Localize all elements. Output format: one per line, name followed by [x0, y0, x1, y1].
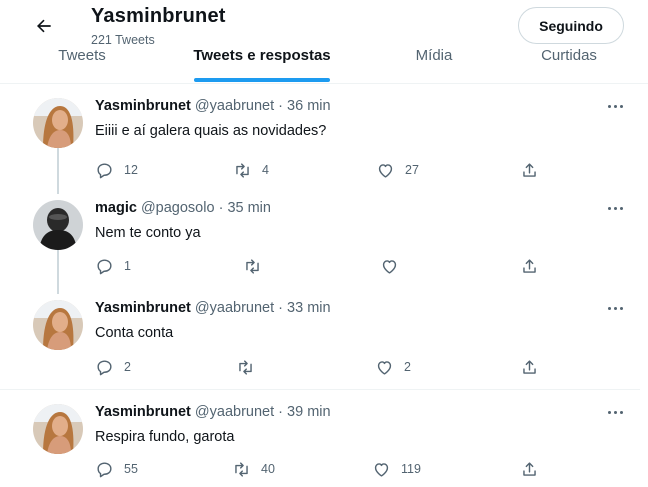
tweet-author-handle[interactable]: @pagosolo	[141, 200, 215, 216]
tweet-author-line: Yasminbrunet @yaabrunet · 39 min	[95, 404, 331, 420]
tab-tweets[interactable]: Tweets	[30, 40, 134, 84]
tweet-text: Respira fundo, garota	[95, 429, 235, 445]
reply-button[interactable]: 1	[95, 256, 131, 276]
tweet-divider	[0, 389, 640, 390]
reply-button[interactable]: 2	[95, 357, 131, 377]
reply-count: 2	[124, 360, 131, 374]
tab-tweets-and-replies[interactable]: Tweets e respostas	[183, 40, 341, 84]
retweet-count: 4	[262, 163, 269, 177]
tweet-author-handle[interactable]: @yaabrunet	[195, 98, 274, 114]
retweet-icon	[235, 461, 248, 477]
reply-button[interactable]: 55	[95, 459, 138, 479]
retweet-button[interactable]	[243, 256, 272, 276]
retweet-icon	[236, 162, 249, 178]
tweet-author-line: Yasminbrunet @yaabrunet · 33 min	[95, 300, 331, 316]
share-button[interactable]	[520, 459, 539, 479]
like-button[interactable]: 119	[372, 459, 421, 479]
tweet-author-name[interactable]: Yasminbrunet	[95, 300, 191, 316]
tweet-author-handle[interactable]: @yaabrunet	[195, 404, 274, 420]
tab-media[interactable]: Mídia	[386, 40, 482, 84]
active-tab-indicator	[194, 78, 330, 82]
like-button[interactable]: 2	[375, 357, 411, 377]
avatar[interactable]	[33, 200, 83, 250]
reply-count: 55	[124, 462, 138, 476]
share-icon	[523, 461, 536, 476]
tweet[interactable]: magic @pagosolo · 35 min Nem te conto ya…	[0, 200, 640, 290]
retweet-count: 40	[261, 462, 275, 476]
heart-icon	[378, 163, 393, 178]
more-options-icon[interactable]	[604, 406, 626, 418]
avatar[interactable]	[33, 300, 83, 350]
tweet-text: Nem te conto ya	[95, 225, 201, 241]
tweet-time[interactable]: 35 min	[227, 200, 271, 216]
heart-icon	[377, 360, 392, 375]
share-button[interactable]	[520, 160, 539, 180]
tweet-author-handle[interactable]: @yaabrunet	[195, 300, 274, 316]
reply-icon	[97, 359, 112, 375]
profile-title: Yasminbrunet	[91, 5, 226, 27]
retweet-button[interactable]: 40	[232, 459, 275, 479]
tweet-time[interactable]: 33 min	[287, 300, 331, 316]
reply-icon	[97, 258, 112, 274]
avatar[interactable]	[33, 404, 83, 454]
back-arrow-icon[interactable]	[30, 12, 58, 40]
more-options-icon[interactable]	[604, 302, 626, 314]
tweet-author-line: Yasminbrunet @yaabrunet · 36 min	[95, 98, 331, 114]
like-button[interactable]: 27	[376, 160, 419, 180]
tab-likes[interactable]: Curtidas	[520, 40, 618, 84]
heart-icon	[374, 462, 389, 477]
share-button[interactable]	[520, 357, 539, 377]
tweet[interactable]: Yasminbrunet @yaabrunet · 39 min Respira…	[0, 404, 640, 487]
reply-button[interactable]: 12	[95, 160, 138, 180]
tweet-author-name[interactable]: Yasminbrunet	[95, 404, 191, 420]
like-button[interactable]	[380, 256, 409, 276]
profile-header: Yasminbrunet 221 Tweets Seguindo Tweets …	[0, 0, 648, 84]
tweet[interactable]: Yasminbrunet @yaabrunet · 36 min Eiiii e…	[0, 98, 640, 188]
reply-icon	[97, 461, 112, 477]
tweet-time[interactable]: 39 min	[287, 404, 331, 420]
following-button[interactable]: Seguindo	[518, 7, 624, 44]
tweet[interactable]: Yasminbrunet @yaabrunet · 33 min Conta c…	[0, 300, 640, 390]
retweet-button[interactable]: 4	[233, 160, 269, 180]
retweet-icon	[239, 359, 252, 375]
more-options-icon[interactable]	[604, 202, 626, 214]
tweet-text: Conta conta	[95, 325, 174, 341]
reply-count: 1	[124, 259, 131, 273]
share-icon	[523, 258, 536, 273]
tweet-author-name[interactable]: magic	[95, 200, 137, 216]
retweet-button[interactable]	[236, 357, 265, 377]
reply-count: 12	[124, 163, 138, 177]
like-count: 119	[401, 462, 421, 476]
like-count: 2	[404, 360, 411, 374]
share-icon	[523, 162, 536, 177]
more-options-icon[interactable]	[604, 100, 626, 112]
share-icon	[523, 359, 536, 374]
tweet-author-name[interactable]: Yasminbrunet	[95, 98, 191, 114]
retweet-icon	[246, 258, 259, 274]
tweet-time[interactable]: 36 min	[287, 98, 331, 114]
profile-tabs: Tweets Tweets e respostas Mídia Curtidas	[0, 40, 648, 84]
tweet-text: Eiiii e aí galera quais as novidades?	[95, 123, 327, 139]
avatar[interactable]	[33, 98, 83, 148]
tweet-author-line: magic @pagosolo · 35 min	[95, 200, 271, 216]
heart-icon	[382, 259, 397, 274]
share-button[interactable]	[520, 256, 539, 276]
reply-icon	[97, 162, 112, 178]
like-count: 27	[405, 163, 419, 177]
